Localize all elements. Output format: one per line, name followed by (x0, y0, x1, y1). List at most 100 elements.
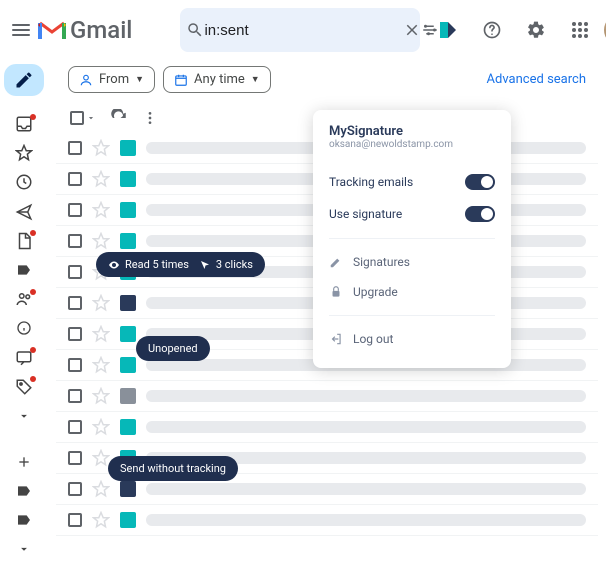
row-checkbox[interactable] (68, 234, 82, 248)
search-icon[interactable] (186, 21, 204, 39)
plus-icon (16, 454, 32, 470)
star-icon[interactable] (92, 480, 110, 498)
star-icon[interactable] (92, 449, 110, 467)
star-icon[interactable] (92, 511, 110, 529)
tracking-status-icon[interactable] (120, 295, 136, 311)
row-checkbox[interactable] (68, 172, 82, 186)
row-checkbox[interactable] (68, 296, 82, 310)
signature-toggle-row[interactable]: Use signature (329, 198, 495, 230)
row-checkbox[interactable] (68, 203, 82, 217)
star-icon[interactable] (92, 418, 110, 436)
gmail-logo[interactable]: Gmail (38, 16, 132, 44)
anytime-label: Any time (194, 72, 245, 87)
row-checkbox[interactable] (68, 327, 82, 341)
clear-search-icon[interactable] (403, 21, 421, 39)
snoozed-rail[interactable] (4, 170, 44, 195)
expand-rail[interactable] (4, 403, 44, 428)
pen-icon (329, 255, 343, 269)
expand2-rail[interactable] (4, 537, 44, 562)
settings-button[interactable] (516, 10, 556, 50)
tracking-toggle-row[interactable]: Tracking emails (329, 166, 495, 198)
refresh-button[interactable] (110, 109, 128, 127)
advanced-search-link[interactable]: Advanced search (487, 72, 586, 87)
tracking-status-icon[interactable] (120, 357, 136, 373)
main-menu-button[interactable] (12, 10, 30, 50)
row-checkbox[interactable] (68, 482, 82, 496)
tracking-status-icon[interactable] (120, 388, 136, 404)
calendar-icon (174, 73, 188, 87)
cursor-icon (199, 259, 211, 271)
new-label-rail[interactable] (4, 449, 44, 474)
tracking-status-icon[interactable] (120, 233, 136, 249)
row-checkbox[interactable] (68, 265, 82, 279)
sent-rail[interactable] (4, 199, 44, 224)
clock-icon (15, 173, 33, 191)
label2-rail[interactable] (4, 478, 44, 503)
mysignature-ext-button[interactable] (428, 10, 468, 50)
popup-title: MySignature (329, 124, 495, 139)
logout-link[interactable]: Log out (329, 324, 495, 354)
no-tracking-tooltip: Send without tracking (108, 456, 238, 481)
tracking-status-icon[interactable] (120, 326, 136, 342)
star-icon[interactable] (92, 139, 110, 157)
chat-rail[interactable] (4, 345, 44, 370)
tag-rail[interactable] (4, 374, 44, 399)
checkbox-icon (70, 111, 84, 125)
email-row[interactable] (56, 381, 598, 412)
mysignature-logo-icon (436, 18, 460, 42)
label1-rail[interactable] (4, 257, 44, 282)
row-checkbox[interactable] (68, 141, 82, 155)
row-checkbox[interactable] (68, 513, 82, 527)
signatures-link[interactable]: Signatures (329, 247, 495, 277)
search-input[interactable] (204, 22, 403, 39)
label-icon (16, 262, 32, 278)
chevron-down-icon (17, 409, 31, 423)
select-all[interactable] (70, 111, 96, 125)
pencil-icon (14, 70, 34, 90)
tracking-status-icon[interactable] (120, 140, 136, 156)
gmail-text: Gmail (70, 16, 132, 44)
apps-button[interactable] (560, 10, 600, 50)
toggle-on-icon (465, 206, 495, 222)
more-button[interactable] (142, 110, 158, 126)
row-checkbox[interactable] (68, 451, 82, 465)
popup-email: oksana@newoldstamp.com (329, 139, 495, 150)
contacts-rail[interactable] (4, 287, 44, 312)
starred-rail[interactable] (4, 141, 44, 166)
star-icon[interactable] (92, 170, 110, 188)
search-bar[interactable] (180, 8, 420, 52)
tracking-status-icon[interactable] (120, 202, 136, 218)
email-row[interactable] (56, 505, 598, 536)
drafts-rail[interactable] (4, 228, 44, 253)
anytime-filter-chip[interactable]: Any time ▼ (163, 66, 271, 93)
email-row[interactable] (56, 412, 598, 443)
from-filter-chip[interactable]: From ▼ (68, 66, 155, 93)
caret-icon (86, 113, 96, 123)
support-button[interactable] (472, 10, 512, 50)
email-preview-placeholder (146, 421, 586, 433)
tracking-status-icon[interactable] (120, 419, 136, 435)
tracking-status-icon[interactable] (120, 481, 136, 497)
inbox-rail[interactable] (4, 112, 44, 137)
email-preview-placeholder (146, 514, 586, 526)
star-icon[interactable] (92, 387, 110, 405)
tracking-status-icon[interactable] (120, 512, 136, 528)
star-icon[interactable] (92, 356, 110, 374)
compose-button[interactable] (4, 64, 44, 96)
left-rail (0, 60, 48, 562)
star-icon[interactable] (92, 232, 110, 250)
gear-icon (526, 20, 546, 40)
row-checkbox[interactable] (68, 420, 82, 434)
row-checkbox[interactable] (68, 358, 82, 372)
star-icon[interactable] (92, 201, 110, 219)
unopened-tooltip: Unopened (136, 336, 210, 361)
row-checkbox[interactable] (68, 389, 82, 403)
star-icon[interactable] (92, 325, 110, 343)
from-label: From (99, 72, 129, 87)
label3-rail[interactable] (4, 508, 44, 533)
info-rail[interactable] (4, 316, 44, 341)
logout-icon (329, 332, 343, 346)
upgrade-link[interactable]: Upgrade (329, 277, 495, 307)
tracking-status-icon[interactable] (120, 171, 136, 187)
star-icon[interactable] (92, 294, 110, 312)
